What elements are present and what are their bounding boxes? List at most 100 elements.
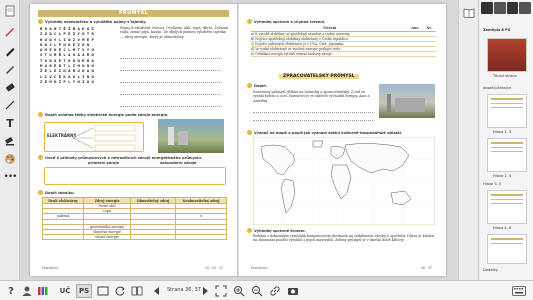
answer-line[interactable] xyxy=(120,78,220,83)
color-palette-icon[interactable] xyxy=(3,152,17,166)
toc-label: obsah/učebnice xyxy=(483,86,512,90)
pencil-icon[interactable] xyxy=(3,24,17,38)
left-toolbar: T ••• xyxy=(0,0,20,280)
eraser-icon[interactable] xyxy=(3,80,17,94)
statement-text: e) Ovládání energie vytváří vlastní hodn… xyxy=(251,51,408,58)
page-indicator: Strana 36, 37 xyxy=(167,287,201,293)
left-page: PRŮMYSL Vyhledej osmisměrku a vyluštěte … xyxy=(30,4,237,276)
book-icon[interactable] xyxy=(462,6,476,20)
bullet-icon xyxy=(38,155,43,160)
keyboard-icon[interactable] xyxy=(512,284,526,298)
bullet-icon xyxy=(38,190,43,195)
answer-line[interactable] xyxy=(120,54,220,59)
paragraph-text: Ruština s dokonalým výrobním kompresorem… xyxy=(253,234,435,243)
task-heading: Doplň tabulku. xyxy=(38,190,75,195)
next-page-icon[interactable] xyxy=(198,284,212,298)
cover-caption: Titulní strana xyxy=(493,74,517,78)
section-title: ZPRACOVATELSKÝ PRŮMYSL xyxy=(279,74,359,79)
page-view-icon[interactable] xyxy=(96,284,110,298)
document-icon[interactable] xyxy=(3,4,17,18)
secondary-sources-heading: sekundární zdroje xyxy=(160,161,197,165)
page-thumbnail[interactable] xyxy=(487,234,527,264)
fill-in-text: Surovinný průmysl dělíme na hutnický a z… xyxy=(253,90,370,103)
answer-line[interactable] xyxy=(253,108,373,113)
table-cell[interactable] xyxy=(41,234,85,241)
answer-yes-cell[interactable] xyxy=(408,51,422,58)
thumb-caption: Hlava 1. 3 xyxy=(493,130,512,134)
side-strip xyxy=(458,0,478,280)
answer-line[interactable] xyxy=(120,102,220,107)
task-heading: Vyhledej osmisměrku a vyluštěte pojmy z … xyxy=(38,19,147,24)
table-cell[interactable]: vítrná energie xyxy=(83,234,132,241)
book-title: Zeměpis 8 PS xyxy=(483,28,511,32)
factory-photo xyxy=(379,84,435,118)
page-number: 34 · 25 · 37 xyxy=(204,266,223,270)
camera-icon[interactable] xyxy=(286,284,300,298)
right-page: Vyhledej správná a chybná tvrzení. Tvrze… xyxy=(239,4,446,276)
answer-line[interactable] xyxy=(120,90,220,95)
table-cell[interactable]: geotermální energie xyxy=(83,223,132,230)
task-heading: Vyhledej správná a chybná tvrzení. xyxy=(247,19,325,24)
page-thumbnail[interactable] xyxy=(487,94,527,128)
task-heading: Vyznač na mapě a popiš jak význam státní… xyxy=(247,130,402,135)
search-icon[interactable] xyxy=(506,2,519,14)
bullet-icon xyxy=(247,130,252,135)
bullet-icon xyxy=(38,112,43,117)
previous-page-icon[interactable] xyxy=(150,284,164,298)
pen-icon[interactable] xyxy=(3,62,17,76)
zoom-out-icon[interactable] xyxy=(250,284,264,298)
marker-icon[interactable] xyxy=(3,44,17,58)
energy-table: Druh elektrárny Zdroj energie Obnovitelný … xyxy=(41,197,227,241)
help-button[interactable]: ? xyxy=(4,284,18,298)
diagram-arrows xyxy=(73,125,136,151)
answer-line[interactable] xyxy=(120,66,220,71)
bookmark-icon[interactable] xyxy=(519,2,531,14)
answer-line[interactable] xyxy=(253,116,373,121)
library-icon[interactable] xyxy=(36,284,50,298)
link-icon[interactable] xyxy=(268,284,282,298)
cover-thumbnail[interactable] xyxy=(487,38,527,72)
page-thumbnail[interactable] xyxy=(487,138,527,172)
text-icon[interactable]: T xyxy=(3,116,17,130)
thumb-caption: Hlava 2. 4 xyxy=(493,174,512,178)
notes-label: Poznámky: xyxy=(251,266,268,270)
highlighter-icon[interactable] xyxy=(3,134,17,148)
notes-label: Poznámky: xyxy=(42,266,59,270)
ps-button[interactable]: PS xyxy=(76,284,93,298)
line-icon[interactable] xyxy=(3,98,17,112)
primary-sources-heading: primární zdroje xyxy=(88,161,120,165)
uc-button[interactable]: UČ xyxy=(58,284,72,298)
answer-no-cell[interactable] xyxy=(422,51,436,58)
crossword-row: Z E M N Í P L Y N Z O U xyxy=(40,78,94,84)
page-number: 36 · 37 xyxy=(420,266,432,270)
diagram-box: ELEKTRÁRNY xyxy=(44,122,144,152)
zoom-in-icon[interactable] xyxy=(232,284,246,298)
table-row: vítrná energie xyxy=(41,234,227,241)
task-heading: Uveď 4 příklady průmyslových a netradičn… xyxy=(38,155,202,160)
ebook-reader-app: T ••• PRŮMYSL Vyhledej osmisměrku a vylu… xyxy=(0,0,533,300)
crossword-instructions: Pojmy k vyluštění: Nerost, Ocelárna, uhl… xyxy=(120,26,228,39)
section-label: Dodatky xyxy=(483,268,498,272)
grid-icon[interactable] xyxy=(481,2,493,14)
sources-answer-box[interactable] xyxy=(44,167,226,185)
layers-icon[interactable] xyxy=(493,2,506,14)
refresh-icon[interactable] xyxy=(113,284,127,298)
table-cell[interactable] xyxy=(130,234,177,241)
diagram-label: ELEKTRÁRNY xyxy=(47,133,77,138)
statements-table: Tvrzení Ano Ne a) K výrobě elektřiny se sp… xyxy=(251,26,436,58)
two-page-icon[interactable] xyxy=(130,284,144,298)
page-thumbnail[interactable] xyxy=(487,190,527,224)
table-cell[interactable] xyxy=(175,234,227,241)
user-icon[interactable] xyxy=(20,284,34,298)
bullet-icon xyxy=(247,19,252,24)
bottom-toolbar: ? UČ PS Strana 36, 37 xyxy=(0,280,533,300)
world-map[interactable] xyxy=(253,137,435,225)
fullscreen-icon[interactable] xyxy=(214,284,228,298)
panel-toolbar xyxy=(481,2,531,18)
task-heading: Doplň. xyxy=(247,83,267,88)
bullet-icon xyxy=(247,228,252,233)
more-icon[interactable]: ••• xyxy=(3,170,18,184)
right-panel: Zeměpis 8 PS Titulní strana obsah/učebni… xyxy=(478,0,533,280)
page-header: PRŮMYSL xyxy=(38,10,229,17)
crossword-grid[interactable]: R N A H T Ě Ž B A K O ZI O D C L P E Z Y… xyxy=(40,26,114,84)
